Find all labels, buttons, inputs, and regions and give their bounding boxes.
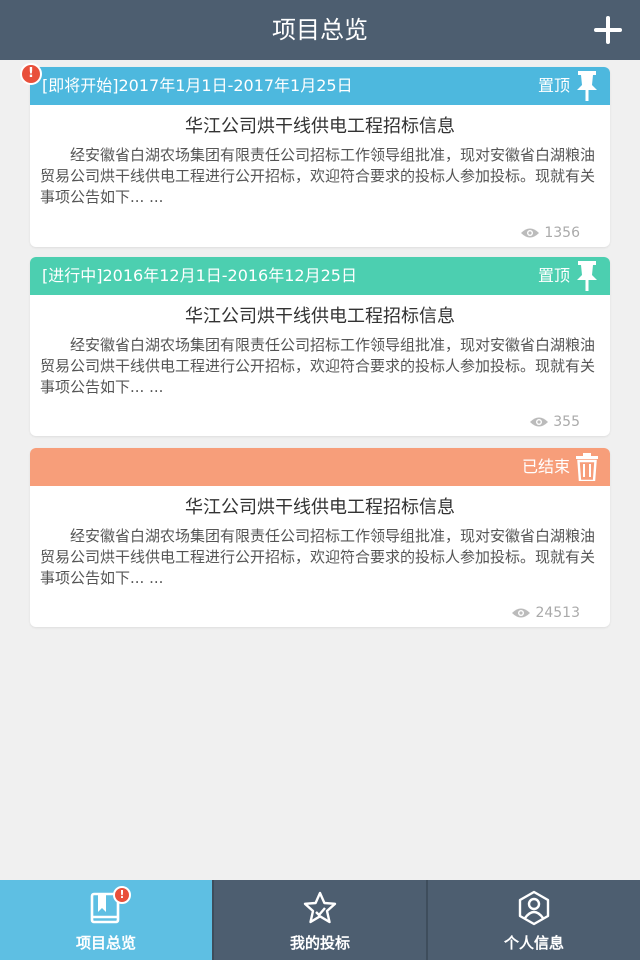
add-button[interactable] [590,12,626,48]
view-count-value: 24513 [535,605,580,621]
card-status-bar: 已结束 [30,448,610,486]
card-status-bar: [即将开始]2017年1月1日-2017年1月25日 置顶 [30,67,610,105]
pin-icon [577,71,597,101]
tab-project-overview[interactable]: ! 项目总览 [0,880,212,960]
card-description: 经安徽省白湖农场集团有限责任公司招标工作领导组批准，现对安徽省白湖粮油贸易公司烘… [40,336,596,396]
user-icon [518,890,550,926]
pin-label: 置顶 [537,76,570,95]
card-status-bar: [进行中]2016年12月1日-2016年12月25日 置顶 [30,257,610,295]
pin-icon [577,261,597,291]
bottom-tab-bar: ! 项目总览 我的投标 个人信息 [0,880,640,960]
card-title: 华江公司烘干线供电工程招标信息 [185,497,455,518]
view-count-value: 355 [553,414,580,430]
tab-label: 个人信息 [503,934,564,952]
pin-label: 置顶 [537,266,570,285]
card-description: 经安徽省白湖农场集团有限责任公司招标工作领导组批准，现对安徽省白湖粮油贸易公司烘… [40,527,596,587]
eye-icon [521,228,540,238]
page-title: 项目总览 [272,16,368,44]
delete-button[interactable]: 已结束 [522,448,598,486]
tab-personal-info[interactable]: 个人信息 [426,880,640,960]
view-count: 1356 [520,225,580,241]
pin-button[interactable]: 置顶 [538,257,598,295]
view-count: 24513 [511,605,580,621]
tab-alert-badge: ! [113,886,131,904]
project-card[interactable]: [进行中]2016年12月1日-2016年12月25日 置顶 华江公司烘干线供电… [30,257,610,436]
card-status-text: [进行中]2016年12月1日-2016年12月25日 [42,266,357,285]
eye-icon [512,608,531,618]
project-card[interactable]: 已结束 华江公司烘干线供电工程招标信息 经安徽省白湖农场集团有限责任公司招标工作… [30,448,610,627]
tab-label: 项目总览 [75,934,136,952]
ended-label: 已结束 [521,457,570,476]
trash-icon [576,453,598,481]
pin-button[interactable]: 置顶 [538,67,598,105]
star-icon [303,891,337,924]
tab-label: 我的投标 [289,934,350,952]
top-bar: 项目总览 [0,0,640,60]
eye-icon [530,417,549,427]
project-card[interactable]: [即将开始]2017年1月1日-2017年1月25日 置顶 华江公司烘干线供电工… [30,67,610,247]
alert-badge: ! [20,63,42,85]
card-title: 华江公司烘干线供电工程招标信息 [185,306,455,327]
view-count: 355 [529,414,580,430]
card-description: 经安徽省白湖农场集团有限责任公司招标工作领导组批准，现对安徽省白湖粮油贸易公司烘… [40,146,596,206]
tab-my-bids[interactable]: 我的投标 [212,880,426,960]
card-title: 华江公司烘干线供电工程招标信息 [185,116,455,137]
view-count-value: 1356 [544,225,580,241]
card-status-text: [即将开始]2017年1月1日-2017年1月25日 [42,76,353,95]
